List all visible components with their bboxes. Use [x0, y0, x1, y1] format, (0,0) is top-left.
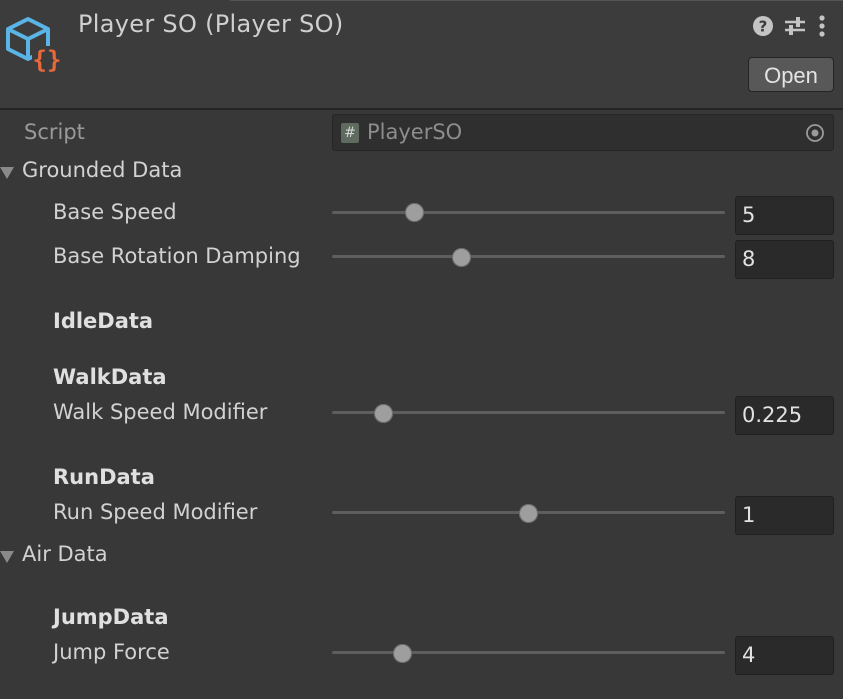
object-picker-icon[interactable] — [805, 123, 825, 143]
idle-data-header: IdleData — [53, 309, 154, 333]
air-data-foldout[interactable]: Air Data — [22, 542, 108, 566]
preset-icon[interactable] — [783, 14, 807, 38]
open-button[interactable]: Open — [748, 57, 834, 92]
run-data-header: RunData — [53, 465, 155, 489]
svg-text:{}: {} — [33, 46, 62, 74]
grounded-data-foldout[interactable]: Grounded Data — [22, 158, 182, 182]
run-speed-modifier-slider-thumb[interactable] — [519, 503, 538, 523]
base-rotation-damping-label: Base Rotation Damping — [53, 244, 301, 268]
base-speed-field[interactable]: 5 — [735, 196, 834, 235]
csharp-script-icon: # — [341, 123, 359, 143]
scriptable-object-icon: {} — [6, 17, 62, 74]
more-options-icon[interactable] — [815, 14, 829, 38]
script-label: Script — [24, 120, 85, 144]
base-rotation-damping-slider-thumb[interactable] — [452, 247, 472, 267]
walk-speed-modifier-slider-thumb[interactable] — [373, 403, 393, 423]
base-speed-slider-track[interactable] — [332, 211, 725, 214]
grounded-foldout-arrow-icon[interactable] — [0, 167, 14, 179]
header-divider — [230, 0, 843, 1]
help-icon[interactable]: ? — [751, 14, 775, 38]
jump-force-slider-thumb[interactable] — [393, 643, 413, 663]
run-speed-modifier-label: Run Speed Modifier — [53, 500, 258, 524]
jump-force-slider-track[interactable] — [332, 651, 725, 654]
run-speed-modifier-field[interactable]: 1 — [735, 496, 834, 535]
walk-speed-modifier-field[interactable]: 0.225 — [735, 396, 834, 435]
jump-data-header: JumpData — [53, 605, 169, 629]
walk-speed-modifier-label: Walk Speed Modifier — [53, 400, 268, 424]
base-speed-label: Base Speed — [53, 200, 177, 224]
jump-force-label: Jump Force — [53, 640, 170, 664]
jump-force-field[interactable]: 4 — [735, 636, 834, 675]
walk-data-header: WalkData — [53, 365, 167, 389]
inspector-title: Player SO (Player SO) — [78, 10, 344, 38]
inspector-header: {} Player SO (Player SO) ? Open — [0, 0, 843, 110]
script-name: PlayerSO — [367, 120, 463, 144]
script-field: # PlayerSO — [332, 114, 834, 151]
base-speed-slider-thumb[interactable] — [405, 202, 425, 222]
svg-text:?: ? — [759, 18, 768, 36]
base-rotation-damping-slider-track[interactable] — [332, 255, 725, 258]
base-rotation-damping-field[interactable]: 8 — [735, 240, 834, 279]
air-foldout-arrow-icon[interactable] — [0, 551, 14, 563]
